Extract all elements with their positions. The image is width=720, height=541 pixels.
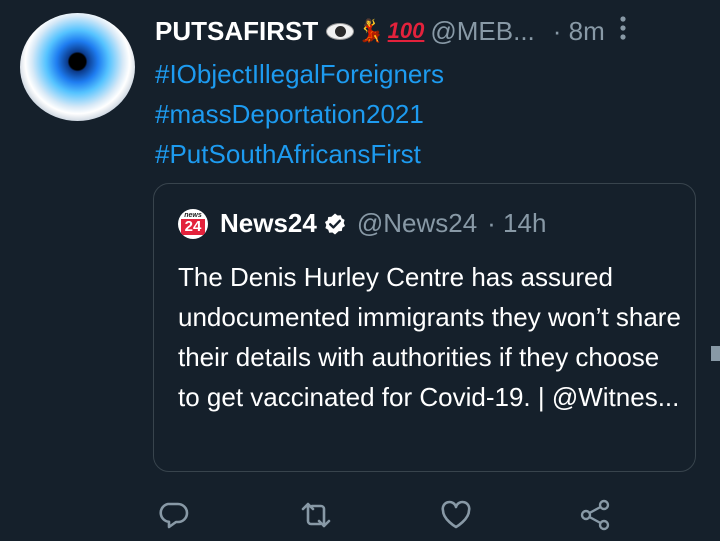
scrollbar-thumb[interactable] — [711, 346, 720, 361]
eye-emoji-icon — [326, 22, 355, 40]
user-handle[interactable]: @MEB... — [430, 16, 534, 47]
quoted-tweet-header: news 24 News24 @News24 · 14h — [178, 208, 546, 239]
dancer-emoji-icon: 💃 — [357, 18, 385, 43]
name-emojis: 💃 100 — [326, 20, 424, 42]
quoted-tweet[interactable]: news 24 News24 @News24 · 14h The Denis H… — [153, 183, 696, 472]
hashtag-link[interactable]: #IObjectIllegalForeigners — [155, 54, 444, 94]
hashtag-link[interactable]: #massDeportation2021 — [155, 94, 444, 134]
tweet-actions — [155, 497, 625, 533]
news24-logo[interactable]: news 24 — [178, 208, 208, 239]
retweet-icon[interactable] — [298, 497, 334, 533]
quoted-tweet-text: The Denis Hurley Centre has assured undo… — [178, 262, 681, 412]
share-icon[interactable] — [577, 497, 613, 533]
quoted-display-name[interactable]: News24 — [220, 208, 317, 239]
tweet-time[interactable]: · 8m — [553, 16, 605, 47]
verified-badge-icon — [324, 213, 345, 234]
hundred-points-emoji-icon: 100 — [387, 18, 425, 43]
tweet-header: PUTSAFIRST 💃 100 @MEB... · 8m — [155, 14, 695, 48]
avatar[interactable] — [20, 13, 135, 121]
hashtag-list: #IObjectIllegalForeigners #massDeportati… — [155, 54, 444, 174]
display-name[interactable]: PUTSAFIRST — [155, 16, 318, 47]
hashtag-link[interactable]: #PutSouthAfricansFirst — [155, 134, 444, 174]
more-vertical-icon[interactable] — [619, 15, 627, 48]
reply-icon[interactable] — [155, 497, 191, 533]
like-icon[interactable] — [438, 497, 474, 533]
quoted-handle[interactable]: @News24 — [357, 208, 477, 239]
quoted-time[interactable]: · 14h — [487, 208, 546, 239]
